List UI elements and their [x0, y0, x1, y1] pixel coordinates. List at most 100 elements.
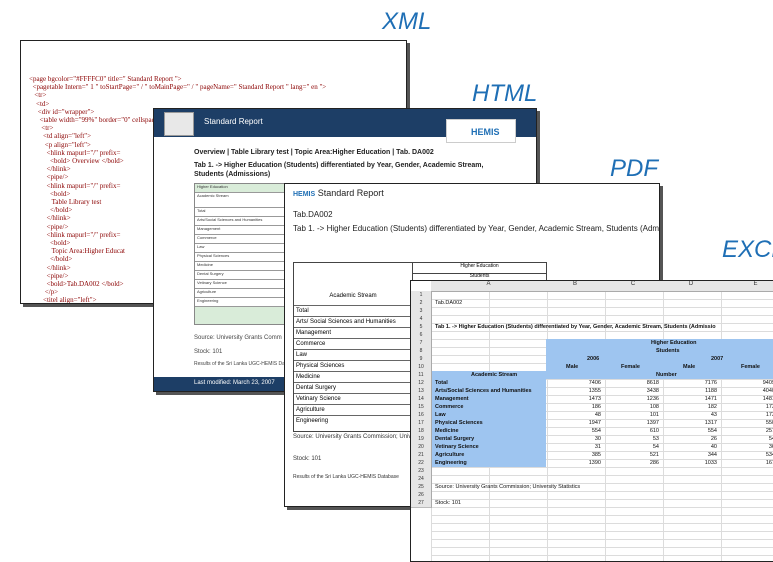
pdf-table-row: Medicine — [294, 371, 412, 382]
excel-value: 7406 — [588, 380, 601, 386]
excel-value: 108 — [649, 404, 659, 410]
excel-value: 54 — [768, 436, 773, 442]
excel-col-header: D — [662, 281, 721, 292]
pdf-title: HEMIS Standard Report — [293, 188, 384, 198]
excel-year1: 2006 — [587, 356, 600, 362]
excel-row-header: 27 — [411, 499, 432, 508]
excel-value: 40 — [710, 444, 717, 450]
excel-col-header: C — [604, 281, 663, 292]
excel-value: 3438 — [646, 388, 659, 394]
html-table-header: Higher Education — [195, 184, 295, 193]
xml-label: XML — [382, 8, 432, 35]
excel-col-label: Academic Stream — [471, 372, 518, 378]
excel-value: 48 — [594, 412, 601, 418]
excel-male: Male — [566, 364, 579, 370]
pdf-table-row: Physical Sciences — [294, 360, 412, 371]
pdf-code: Tab.DA002 — [293, 210, 333, 219]
pdf-table-row: Total — [294, 305, 412, 316]
excel-value: 30 — [594, 436, 601, 442]
excel-row-label: Dental Surgery — [435, 436, 475, 442]
excel-row-label: Arts/Social Sciences and Humanities — [435, 388, 532, 394]
pdf-title-text: Standard Report — [317, 188, 384, 198]
html-label: HTML — [472, 80, 538, 107]
excel-male: Male — [683, 364, 696, 370]
excel-value: 182 — [707, 404, 717, 410]
html-table-row: Total — [195, 208, 295, 217]
excel-row-label: Vetinary Science — [435, 444, 479, 450]
excel-value: 521 — [649, 452, 659, 458]
excel-header1: Higher Education — [651, 340, 697, 346]
excel-value: 1188 — [705, 388, 717, 394]
html-logo: HEMIS — [446, 119, 516, 143]
excel-label: EXCE — [722, 236, 773, 263]
excel-year2: 2007 — [711, 356, 724, 362]
excel-source: Source: University Grants Commission; Un… — [435, 484, 581, 490]
excel-row-label: Engineering — [435, 460, 467, 466]
excel-value: 286 — [649, 460, 659, 466]
html-table-col: Academic Stream — [195, 193, 295, 208]
pdf-row-labels: Academic Stream Total Arts/ Social Scienc… — [294, 287, 412, 426]
html-table: Higher Education Academic Stream Total Ar… — [194, 183, 296, 325]
xml-line: <pagetable Intern=" 1 " toStartPage=" / … — [29, 83, 327, 92]
html-table-row: Arts/Social Sciences and Humanities — [195, 217, 295, 226]
excel-value: 1473 — [588, 396, 601, 402]
excel-value: 385 — [591, 452, 601, 458]
excel-value: 1355 — [588, 388, 601, 394]
excel-row-label: Commerce — [435, 404, 464, 410]
excel-row-label: Management — [435, 396, 469, 402]
excel-value: 1236 — [646, 396, 659, 402]
excel-number: Number — [656, 372, 677, 378]
excel-row-label: Physical Sciences — [435, 420, 483, 426]
excel-value: 167 — [765, 460, 773, 466]
html-heading: Tab 1. -> Higher Education (Students) di… — [194, 162, 484, 178]
excel-document: ABCDE 1 2 3 4 5 6 7 8 9 10 11 12 13 14 15 16 17 18 19 20 21 2… — [410, 280, 773, 562]
excel-value: 8618 — [646, 380, 659, 386]
html-table-row: Engineering — [195, 298, 295, 307]
excel-value: 257 — [765, 428, 773, 434]
excel-value: 36 — [768, 444, 773, 450]
excel-col-header: E — [720, 281, 773, 292]
html-header-title: Standard Report — [204, 117, 263, 126]
excel-value: 1390 — [588, 460, 601, 466]
html-table-row: Commerce — [195, 235, 295, 244]
xml-line: <page bgcolor="#FFFFC0" title=" Standard… — [29, 75, 182, 83]
xml-line: <td> — [29, 99, 50, 108]
excel-value: 1471 — [704, 396, 717, 402]
excel-value: 7176 — [704, 380, 717, 386]
excel-row-label: Law — [435, 412, 446, 418]
html-table-row: Agriculture — [195, 289, 295, 298]
excel-value: 31 — [594, 444, 601, 450]
excel-row-label: Medicine — [435, 428, 459, 434]
pdf-logo: HEMIS — [293, 191, 316, 198]
pdf-table-row: Agriculture — [294, 404, 412, 415]
excel-stock: Stock: 101 — [435, 500, 461, 506]
pdf-table-row: Vetinary Science — [294, 393, 412, 404]
html-source: Source: University Grants Comm — [194, 335, 282, 341]
excel-col-header: B — [546, 281, 605, 292]
excel-value: 173 — [765, 412, 773, 418]
excel-heading: Tab 1. -> Higher Education (Students) di… — [435, 324, 716, 330]
excel-value: 9409 — [762, 380, 773, 386]
excel-row-label: Total — [435, 380, 448, 386]
html-table-row: Dental Surgery — [195, 271, 295, 280]
excel-female: Female — [741, 364, 760, 370]
excel-value: 534 — [765, 452, 773, 458]
excel-value: 1397 — [646, 420, 659, 426]
pdf-table-row: Dental Surgery — [294, 382, 412, 393]
pdf-col-label: Academic Stream — [329, 293, 377, 299]
html-stock: Stock: 101 — [194, 349, 223, 355]
excel-value: 4040 — [762, 388, 773, 394]
html-table-row: Management — [195, 226, 295, 235]
html-thumbnail — [164, 112, 194, 136]
excel-value: 550 — [765, 420, 773, 426]
pdf-table-row: Management — [294, 327, 412, 338]
pdf-label: PDF — [610, 155, 658, 182]
excel-value: 101 — [649, 412, 659, 418]
excel-value: 1947 — [588, 420, 601, 426]
html-table-row: Medicine — [195, 262, 295, 271]
excel-value: 53 — [652, 436, 659, 442]
pdf-results: Results of the Sri Lanka UGC-HEMIS Datab… — [293, 474, 399, 480]
excel-value: 554 — [707, 428, 717, 434]
excel-value: 173 — [765, 404, 773, 410]
excel-row-label: Agriculture — [435, 452, 465, 458]
